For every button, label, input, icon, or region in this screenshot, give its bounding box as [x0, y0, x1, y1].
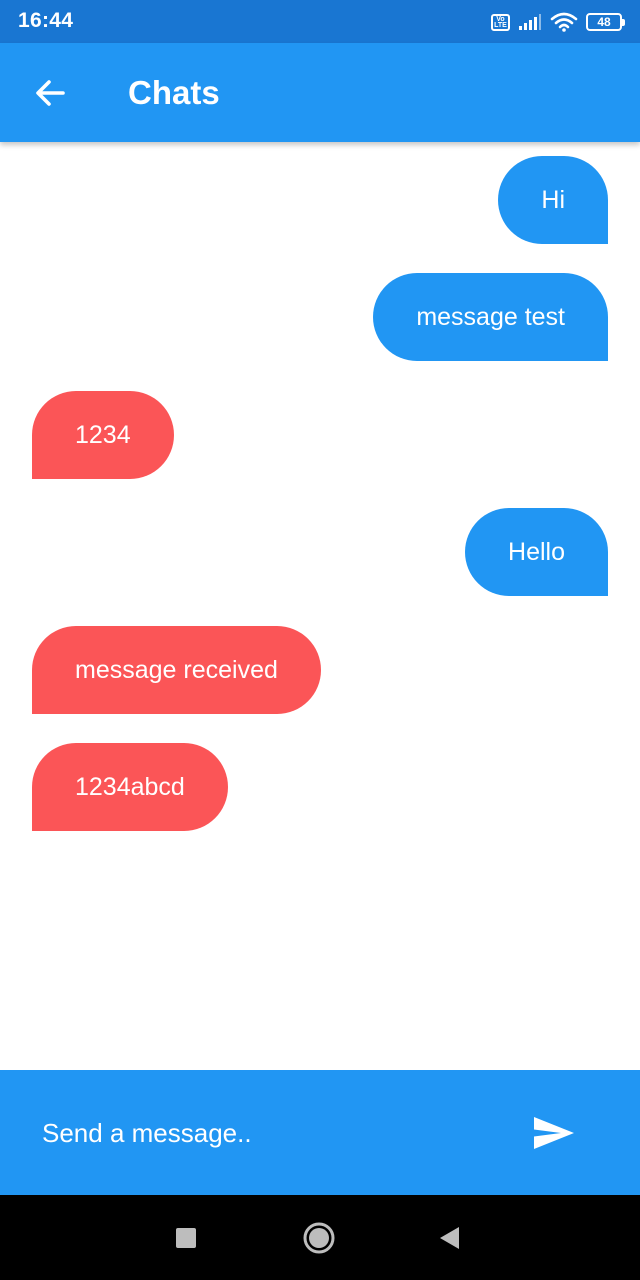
recents-button[interactable]: [169, 1221, 203, 1255]
back-button[interactable]: [26, 69, 74, 117]
status-icons: Vo LTE 48: [491, 10, 625, 34]
message-input[interactable]: [42, 1108, 482, 1158]
send-icon: [534, 1117, 574, 1149]
wifi-icon: [550, 12, 578, 32]
volte-icon: Vo LTE: [491, 13, 510, 31]
status-time: 16:44: [18, 9, 74, 32]
signal-icon: [519, 14, 541, 30]
received-message-bubble: 1234: [32, 391, 174, 479]
recents-icon: [176, 1228, 196, 1248]
received-message-bubble: message received: [32, 626, 321, 714]
chat-screen: 16:44 Vo LTE 48 Chats Hi message test 12…: [0, 0, 640, 1280]
sent-message-bubble: Hi: [498, 156, 608, 244]
received-message-bubble: 1234abcd: [32, 743, 228, 831]
message-list[interactable]: Hi message test 1234 Hello message recei…: [0, 142, 640, 1070]
system-nav-bar: [0, 1195, 640, 1280]
status-bar: 16:44 Vo LTE 48: [0, 0, 640, 43]
system-back-button[interactable]: [432, 1221, 466, 1255]
send-button[interactable]: [528, 1110, 580, 1156]
back-icon: [440, 1227, 459, 1249]
arrow-left-icon: [36, 80, 65, 106]
battery-icon: 48: [586, 13, 625, 31]
sent-message-bubble: Hello: [465, 508, 608, 596]
app-bar: Chats: [0, 43, 640, 142]
sent-message-bubble: message test: [373, 273, 608, 361]
home-button[interactable]: [302, 1221, 336, 1255]
page-title: Chats: [128, 74, 220, 111]
home-icon: [303, 1222, 335, 1254]
message-composer: [0, 1070, 640, 1195]
